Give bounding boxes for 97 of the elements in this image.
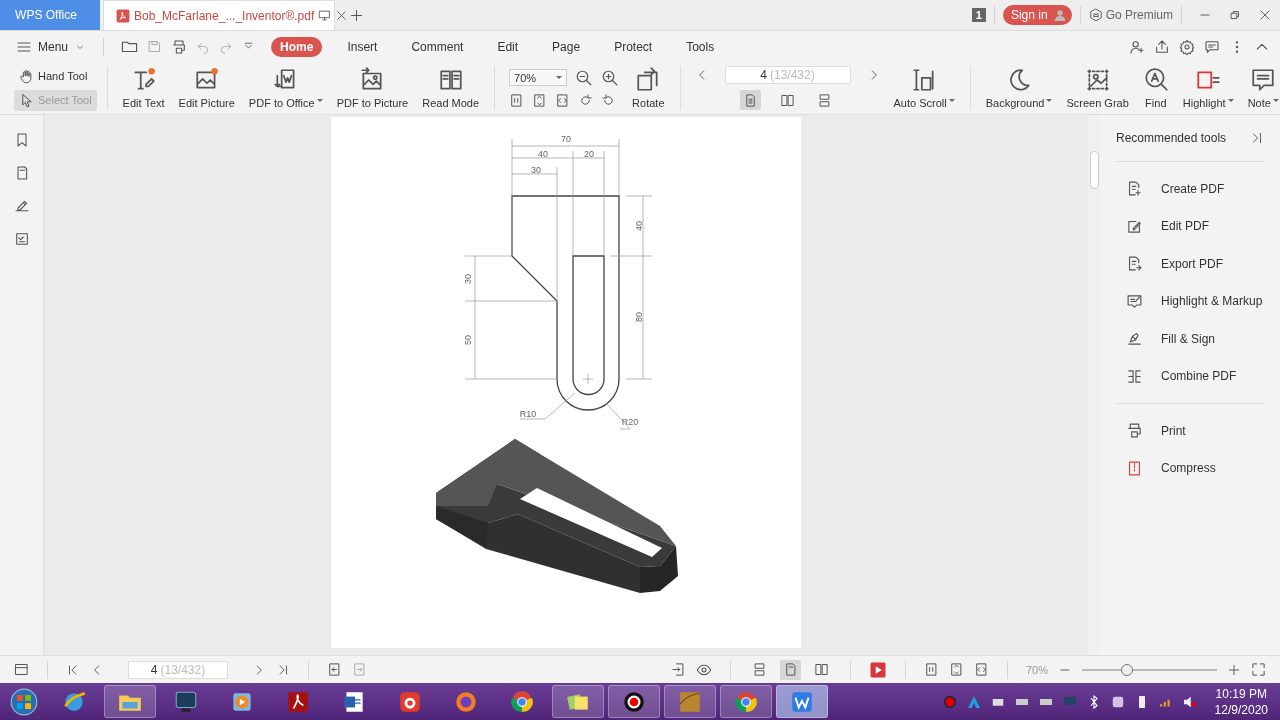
ribbon-button[interactable]: Screen Grab bbox=[1061, 67, 1134, 109]
dimension-label: R20 bbox=[621, 417, 639, 427]
dimension-label: 40 bbox=[538, 149, 548, 159]
signature-icon[interactable] bbox=[13, 198, 30, 214]
ribbon-button[interactable]: Note bbox=[1242, 67, 1280, 109]
menu-tab[interactable]: Page bbox=[543, 36, 590, 57]
panel-title: Recommended tools bbox=[1116, 131, 1227, 145]
page-number-field[interactable]: 4 (13/432) bbox=[128, 660, 228, 679]
dimension-label: R10 bbox=[519, 409, 537, 419]
fit-width-icon[interactable] bbox=[555, 92, 571, 108]
print-icon bbox=[1126, 422, 1143, 440]
zoom-in-icon[interactable] bbox=[601, 68, 620, 87]
scrollbar[interactable] bbox=[1088, 115, 1100, 655]
note-icon bbox=[1250, 67, 1277, 93]
sidebar-toggle-icon[interactable] bbox=[14, 662, 29, 677]
menu-tab[interactable]: Tools bbox=[677, 36, 724, 57]
tool-item[interactable]: Edit PDF bbox=[1116, 207, 1264, 245]
fullscreen-icon[interactable] bbox=[1251, 662, 1266, 677]
ribbon-button[interactable]: Read Mode bbox=[417, 67, 485, 109]
menu-tab[interactable]: Comment bbox=[402, 36, 473, 57]
fit-page-icon[interactable] bbox=[948, 662, 964, 677]
menu-tab[interactable]: Home bbox=[271, 36, 323, 57]
markup-icon bbox=[1126, 292, 1143, 310]
settings-icon[interactable] bbox=[1179, 38, 1195, 55]
rotate-left-icon[interactable] bbox=[578, 92, 594, 108]
tool-item[interactable]: Compress bbox=[1116, 449, 1264, 487]
slider-thumb[interactable] bbox=[1120, 663, 1133, 676]
collapse-panel-icon[interactable] bbox=[1250, 131, 1264, 145]
page-number-field[interactable]: 4 (13/432) bbox=[724, 66, 851, 84]
ribbon-button[interactable]: PDF to Office bbox=[243, 67, 328, 109]
hand-icon bbox=[19, 68, 34, 84]
find-icon bbox=[1142, 67, 1169, 93]
tool-item[interactable]: Print bbox=[1116, 412, 1264, 450]
taskbar-app[interactable] bbox=[608, 685, 660, 718]
ribbon-button[interactable]: Edit Picture bbox=[173, 67, 240, 109]
exit-icon[interactable] bbox=[670, 662, 686, 677]
ribbon-button[interactable]: PDF to Picture bbox=[331, 67, 414, 109]
clock-time[interactable]: 10:19 PM bbox=[1215, 685, 1267, 702]
dimension-label: 80 bbox=[634, 312, 644, 322]
rotate-button[interactable]: Rotate bbox=[627, 67, 670, 109]
comment-icon[interactable] bbox=[1204, 38, 1220, 55]
dimension-label: 20 bbox=[584, 149, 594, 159]
tool-item[interactable]: Fill & Sign bbox=[1116, 320, 1264, 358]
menu-tab[interactable]: Insert bbox=[338, 36, 387, 57]
pdf-icon bbox=[116, 8, 130, 23]
previous-view-icon[interactable] bbox=[327, 662, 342, 677]
window-count-badge[interactable]: 1 bbox=[971, 8, 986, 22]
tool-item[interactable]: Create PDF bbox=[1116, 170, 1264, 208]
zoom-out-icon[interactable] bbox=[575, 68, 594, 87]
crown-icon bbox=[1088, 8, 1103, 22]
combine-icon bbox=[1126, 367, 1143, 385]
image-icon[interactable] bbox=[13, 231, 30, 247]
ribbon-button[interactable]: Edit Text bbox=[117, 67, 170, 109]
fit-width-icon[interactable] bbox=[973, 662, 989, 677]
tool-item[interactable]: Highlight & Markup bbox=[1116, 282, 1264, 320]
screen-grab-icon bbox=[1084, 67, 1111, 93]
close-icon[interactable] bbox=[1258, 8, 1272, 22]
menu-button[interactable]: Menu bbox=[16, 38, 87, 55]
book-icon bbox=[437, 67, 464, 93]
browser-icon bbox=[509, 688, 535, 715]
pen-icon bbox=[1126, 330, 1143, 348]
single-page-icon[interactable] bbox=[779, 659, 801, 680]
restore-icon[interactable] bbox=[1228, 8, 1242, 22]
sign-in-button[interactable]: Sign in bbox=[1002, 5, 1072, 25]
go-premium-button[interactable]: Go Premium bbox=[1088, 8, 1173, 22]
cursor-icon bbox=[19, 92, 34, 108]
dimension-label: 30 bbox=[463, 274, 473, 284]
share-icon[interactable] bbox=[1154, 38, 1170, 55]
pointer-tool-button[interactable]: Hand Tool bbox=[14, 65, 97, 87]
dimension-label: 30 bbox=[531, 165, 541, 175]
print-icon[interactable] bbox=[171, 38, 188, 55]
tool-item[interactable]: Export PDF bbox=[1116, 245, 1264, 283]
add-user-icon[interactable] bbox=[1129, 38, 1145, 55]
create-document-icon bbox=[1126, 180, 1143, 198]
ribbon-button[interactable]: Auto Scroll bbox=[888, 67, 960, 109]
zip-icon bbox=[1126, 459, 1143, 477]
export-icon bbox=[1126, 255, 1143, 273]
zoom-dropdown[interactable]: 70% bbox=[509, 69, 568, 86]
play-icon[interactable] bbox=[868, 660, 887, 679]
menu-tab[interactable]: Protect bbox=[605, 36, 662, 57]
close-icon[interactable] bbox=[335, 9, 349, 22]
dimension-label: 70 bbox=[561, 134, 571, 144]
dimension-label: 40 bbox=[634, 221, 644, 231]
clock-date[interactable]: 12/9/2020 bbox=[1214, 701, 1268, 718]
actual-size-icon[interactable] bbox=[509, 92, 525, 108]
tool-item[interactable]: Combine PDF bbox=[1116, 357, 1264, 395]
actual-size-icon[interactable] bbox=[923, 662, 939, 677]
fit-page-icon[interactable] bbox=[532, 92, 548, 108]
monitor-icon[interactable] bbox=[318, 9, 332, 22]
ribbon-button[interactable]: Highlight bbox=[1177, 67, 1239, 109]
new-tab-icon[interactable] bbox=[349, 7, 364, 23]
menu-tab[interactable]: Edit bbox=[488, 36, 528, 57]
document-tab-title: Bob_McFarlane_..._Inventor®.pdf bbox=[134, 8, 315, 23]
single-page-icon[interactable] bbox=[740, 90, 761, 110]
ribbon-button[interactable]: Find bbox=[1137, 67, 1174, 109]
ribbon-button[interactable]: Background bbox=[980, 67, 1058, 109]
dimension-label: 50 bbox=[463, 335, 473, 345]
